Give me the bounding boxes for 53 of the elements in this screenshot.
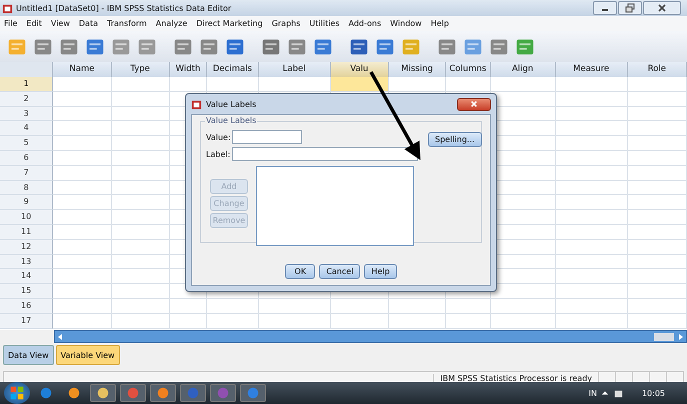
row-number[interactable]: 9 [0,195,54,210]
dialog-button[interactable]: Cancel [319,264,360,279]
row-number[interactable]: 13 [0,254,54,270]
row-number[interactable]: 7 [0,166,54,181]
row-number[interactable]: 4 [0,121,54,136]
menu-item[interactable]: File [4,19,18,28]
menu-item[interactable]: Add-ons [348,19,382,28]
row-number[interactable]: 10 [0,210,54,225]
row-number[interactable]: 17 [0,314,54,329]
menu-item[interactable]: Analyze [156,19,188,28]
field-label: Label: [206,150,230,158]
menu-item[interactable]: Window [390,19,422,28]
column-header[interactable]: Align [490,62,556,77]
view-tab[interactable]: Variable View [56,345,120,365]
column-header[interactable]: Missing [388,62,446,77]
group-label: Value Labels [205,116,258,125]
row-number[interactable]: 5 [0,136,54,151]
dialog-button[interactable]: Help [364,264,397,279]
row-number[interactable]: 16 [0,298,54,314]
column-header[interactable]: Type [112,62,170,77]
dialog-button[interactable]: OK [285,264,316,279]
menu-item[interactable]: Transform [106,19,147,28]
menu-item[interactable]: Direct Marketing [196,19,263,28]
row-number[interactable]: 1 [0,77,54,92]
row-number[interactable]: 8 [0,180,54,196]
column-header[interactable]: Width [170,62,208,77]
column-header[interactable]: Name [53,62,112,77]
column-header[interactable]: Valu [330,62,389,77]
menu-item[interactable]: Edit [26,19,42,28]
language-indicator[interactable]: IN [588,388,597,398]
view-tab[interactable]: Data View [3,345,54,365]
row-number[interactable]: 11 [0,224,54,240]
row-number[interactable]: 2 [0,92,54,107]
row-number[interactable]: 12 [0,240,54,255]
dialog-title: Value Labels [206,100,258,108]
menu-item[interactable]: Graphs [272,19,300,28]
window-title: Untitled1 [DataSet0] - IBM SPSS Statistics Data Editor [16,4,232,12]
menu-item[interactable]: View [50,19,70,28]
field-label: Value: [206,132,230,142]
column-header[interactable]: Measure [556,62,628,77]
clock[interactable]: 10:05 [642,388,665,398]
column-header[interactable]: Columns [446,62,491,77]
row-number[interactable]: 15 [0,284,54,299]
menu-item[interactable]: Utilities [309,19,340,28]
spelling-button[interactable]: Spelling... [428,132,482,147]
column-header[interactable]: Role [628,62,687,77]
menu-item[interactable]: Data [78,19,98,28]
column-header[interactable]: Decimals [207,62,259,77]
row-number[interactable]: 14 [0,269,54,284]
row-number[interactable]: 6 [0,150,54,166]
row-number[interactable]: 3 [0,106,54,122]
menu-item[interactable]: Help [430,19,449,28]
column-header[interactable]: Label [258,62,331,77]
